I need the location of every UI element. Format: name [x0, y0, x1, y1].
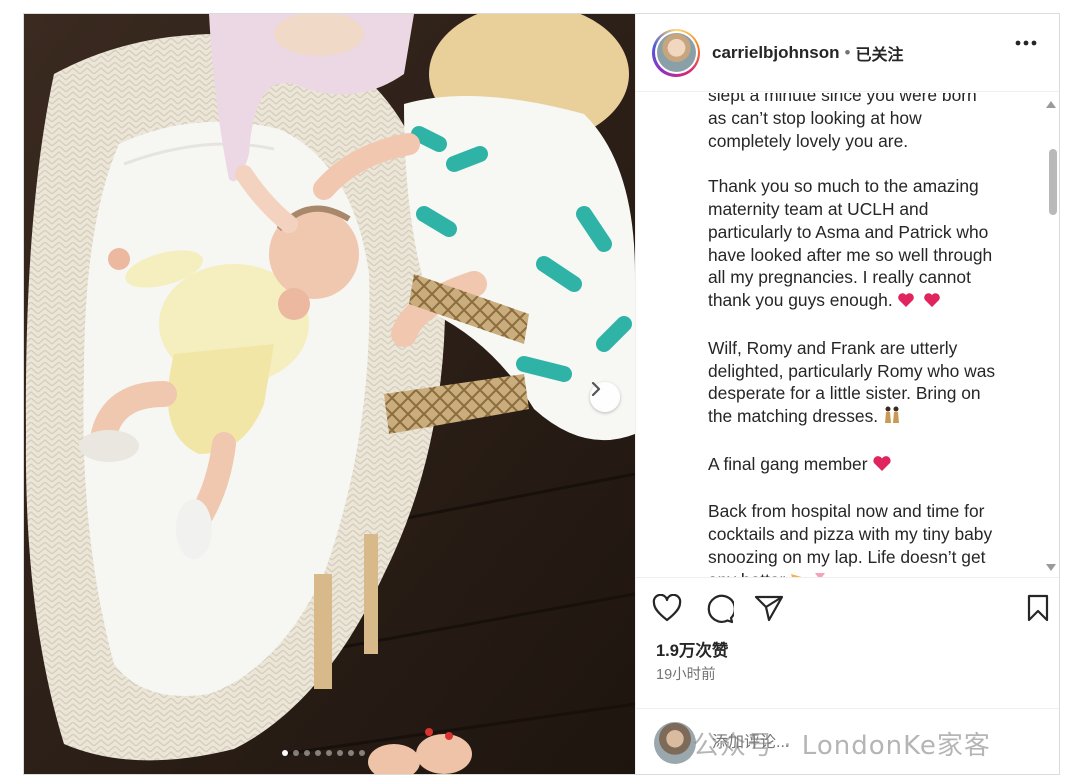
current-user-avatar [654, 721, 696, 764]
comment-icon[interactable] [704, 594, 734, 624]
username-link[interactable]: carrielbjohnson [712, 43, 840, 63]
more-icon[interactable] [1015, 40, 1037, 46]
scroll-up-arrow[interactable] [1046, 101, 1056, 108]
caption-paragraph: A final gang member [708, 453, 1028, 478]
chevron-right-icon [591, 382, 601, 396]
caption-text: Back from hospital now and time for cock… [708, 501, 993, 577]
post-caption: slept a minute since you were born as ca… [708, 93, 1028, 577]
caption-paragraph: Thank you so much to the amazing materni… [708, 175, 1028, 314]
carousel-dot [348, 750, 354, 756]
pizza-cocktail-emoji [789, 570, 829, 577]
caption-paragraph: Wilf, Romy and Frank are utterly delight… [708, 337, 1028, 430]
caption-text: Wilf, Romy and Frank are utterly delight… [708, 337, 996, 427]
action-bar [652, 594, 1050, 628]
carousel-dot [304, 750, 310, 756]
scroll-down-arrow[interactable] [1046, 564, 1056, 571]
story-ring[interactable] [652, 28, 700, 77]
scrollbar-thumb[interactable] [1049, 149, 1057, 215]
post-timestamp[interactable]: 19小时前 [656, 663, 716, 684]
caption-paragraph: Back from hospital now and time for cock… [708, 500, 1028, 577]
caption-text: Thank you so much to the amazing materni… [708, 176, 993, 311]
next-photo-button[interactable] [590, 382, 620, 412]
carousel-dot [326, 750, 332, 756]
avatar-frame [654, 31, 698, 74]
share-icon[interactable] [754, 594, 784, 622]
bookmark-icon[interactable] [1026, 594, 1050, 622]
carousel-dot [337, 750, 343, 756]
carousel-dot [315, 750, 321, 756]
photo-illustration [24, 14, 635, 774]
separator-dot: • [844, 42, 851, 62]
instagram-post: carrielbjohnson • 已关注 slept a minute sin… [23, 13, 1060, 775]
dancing-women-emoji [882, 406, 902, 430]
post-side-panel: carrielbjohnson • 已关注 slept a minute sin… [635, 14, 1059, 774]
caption-paragraph: slept a minute since you were born as ca… [708, 93, 1028, 152]
post-header: carrielbjohnson • 已关注 [636, 14, 1059, 92]
carousel-dot [359, 750, 365, 756]
caption-text: A final gang member [708, 453, 868, 474]
caption-text: slept a minute since you were born as ca… [708, 93, 977, 151]
carousel-dot [282, 750, 288, 756]
post-photo[interactable] [24, 14, 635, 774]
heart-icon[interactable] [652, 594, 682, 622]
wechat-watermark: 公众号 · LondonKe家客 [693, 731, 991, 761]
following-status-button[interactable]: 已关注 [855, 41, 903, 65]
carousel-indicator [282, 750, 365, 756]
carousel-dot [293, 750, 299, 756]
caption-scroll-area[interactable]: slept a minute since you were born as ca… [636, 93, 1059, 578]
pink-heart-emoji [872, 455, 892, 478]
like-count[interactable]: 1.9万次赞 [656, 637, 728, 661]
two-hearts-emoji [897, 291, 941, 314]
avatar [656, 33, 696, 72]
